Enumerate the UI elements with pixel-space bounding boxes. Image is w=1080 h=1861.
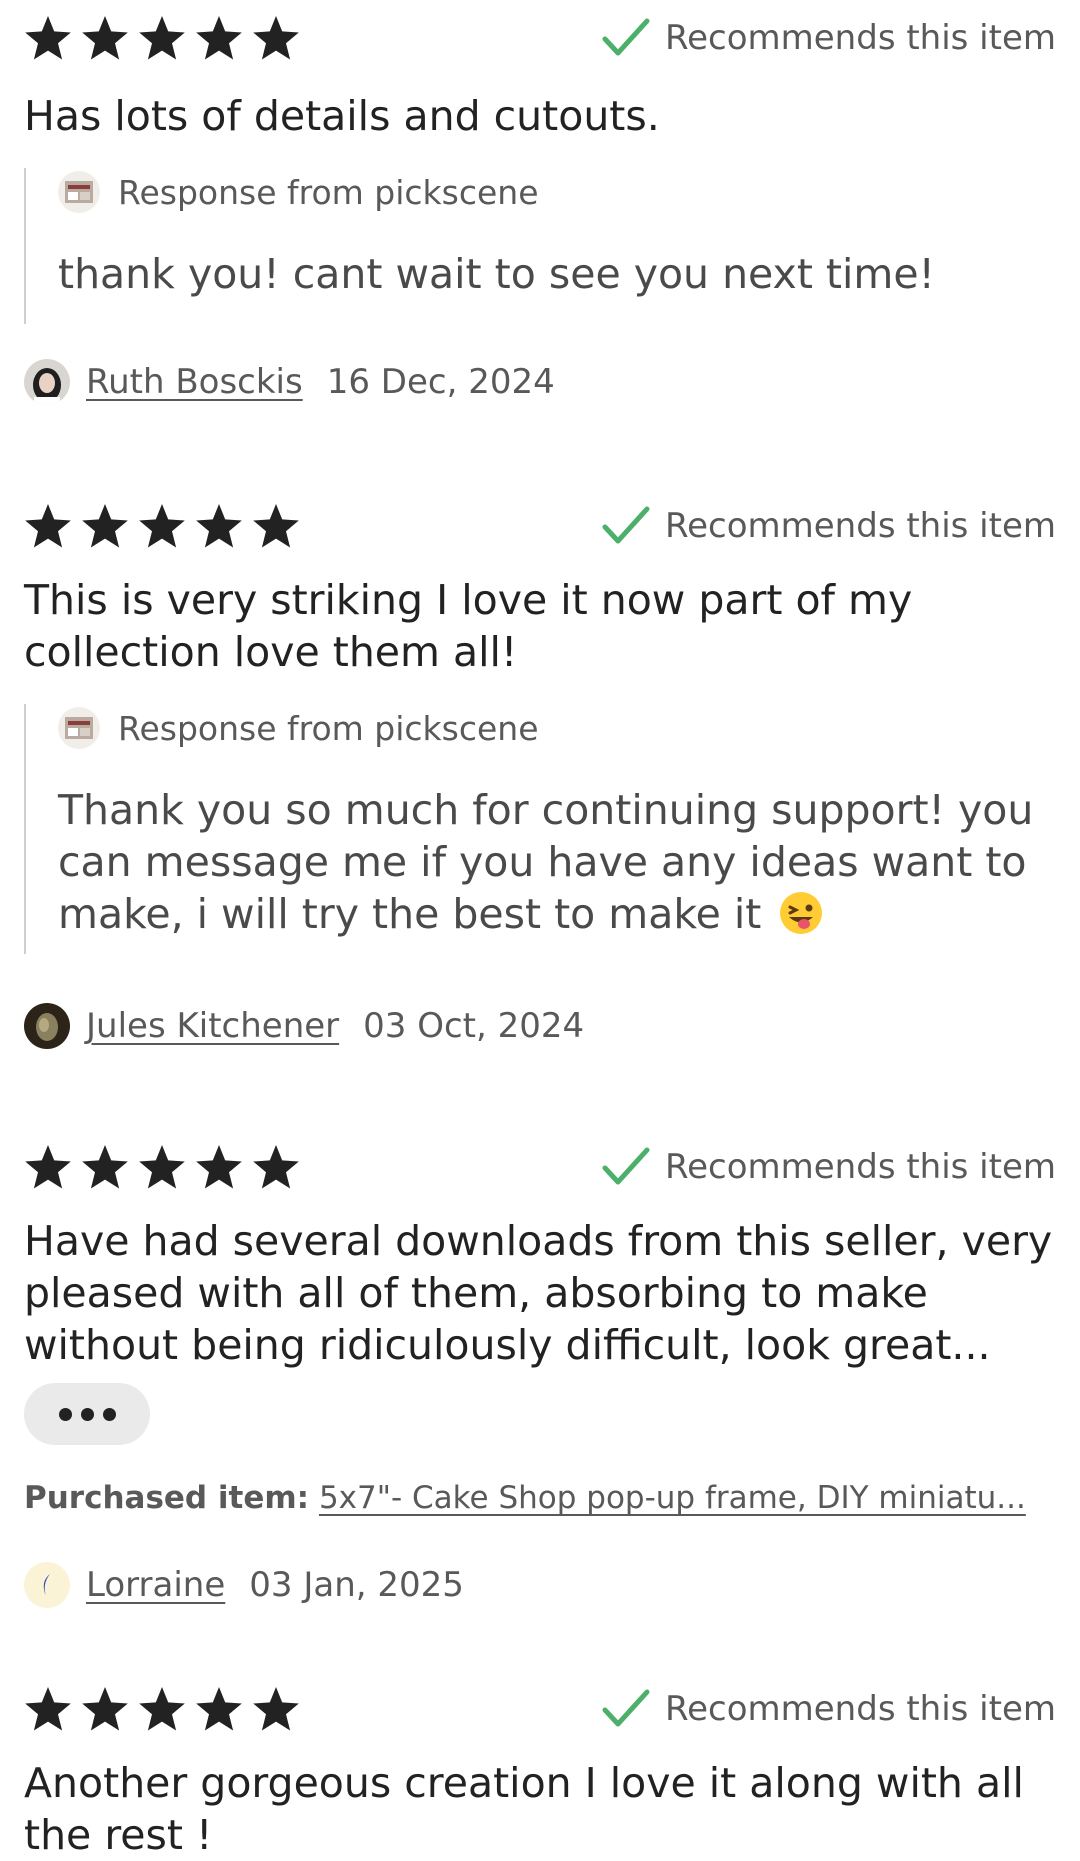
response-title: Response from pickscene bbox=[118, 708, 539, 748]
star-icon bbox=[81, 502, 129, 550]
star-icon bbox=[252, 1685, 300, 1733]
recommends-label: Recommends this item bbox=[665, 1147, 1056, 1187]
recommends-label: Recommends this item bbox=[665, 506, 1056, 546]
review-text: Have had several downloads from this sel… bbox=[24, 1217, 1053, 1369]
reviewer-avatar[interactable] bbox=[24, 1562, 70, 1608]
checkmark-icon bbox=[601, 505, 651, 547]
star-icon bbox=[81, 1685, 129, 1733]
star-icon bbox=[252, 1143, 300, 1191]
response-text: thank you! cant wait to see you next tim… bbox=[58, 250, 935, 298]
response-text: Thank you so much for continuing support… bbox=[58, 784, 1048, 940]
star-rating bbox=[24, 502, 300, 550]
checkmark-icon bbox=[601, 1146, 651, 1188]
seller-response: Response from pickscene Thank you so muc… bbox=[24, 704, 1056, 954]
recommends-badge: Recommends this item bbox=[601, 502, 1056, 550]
review-text: Has lots of details and cutouts. bbox=[24, 92, 660, 140]
recommends-badge: Recommends this item bbox=[601, 1143, 1056, 1191]
star-icon bbox=[24, 502, 72, 550]
reviewer-info: Jules Kitchener 03 Oct, 2024 bbox=[24, 1002, 584, 1050]
review-text: Another gorgeous creation I love it alon… bbox=[24, 1759, 1024, 1859]
purchased-item-link[interactable]: 5x7"- Cake Shop pop-up frame, DIY miniat… bbox=[319, 1480, 1026, 1516]
winking-face-with-tongue-icon bbox=[778, 890, 824, 936]
review-date: 16 Dec, 2024 bbox=[326, 362, 555, 402]
star-icon bbox=[138, 1685, 186, 1733]
more-dots-icon bbox=[58, 1407, 72, 1421]
star-icon bbox=[195, 1143, 243, 1191]
expand-review-button[interactable] bbox=[24, 1383, 150, 1445]
star-rating bbox=[24, 1143, 300, 1191]
response-title: Response from pickscene bbox=[118, 172, 539, 212]
response-header: Response from pickscene bbox=[58, 704, 539, 752]
reviewer-name-link[interactable]: Jules Kitchener bbox=[86, 1006, 339, 1046]
reviewer-info: Ruth Bosckis 16 Dec, 2024 bbox=[24, 358, 555, 406]
recommends-label: Recommends this item bbox=[665, 18, 1056, 58]
review-text: This is very striking I love it now part… bbox=[24, 576, 913, 676]
reviewer-name-link[interactable]: Ruth Bosckis bbox=[86, 362, 303, 402]
response-header: Response from pickscene bbox=[58, 168, 539, 216]
shop-avatar-icon bbox=[58, 707, 100, 749]
recommends-badge: Recommends this item bbox=[601, 14, 1056, 62]
star-rating bbox=[24, 14, 300, 62]
review-date: 03 Jan, 2025 bbox=[249, 1565, 464, 1605]
star-icon bbox=[81, 1143, 129, 1191]
shop-avatar-icon bbox=[58, 171, 100, 213]
star-icon bbox=[252, 502, 300, 550]
seller-response: Response from pickscene thank you! cant … bbox=[24, 168, 1056, 324]
reviewer-info: Lorraine 03 Jan, 2025 bbox=[24, 1561, 464, 1609]
star-icon bbox=[252, 14, 300, 62]
checkmark-icon bbox=[601, 1688, 651, 1730]
star-icon bbox=[138, 1143, 186, 1191]
star-icon bbox=[81, 14, 129, 62]
star-rating bbox=[24, 1685, 300, 1733]
recommends-badge: Recommends this item bbox=[601, 1685, 1056, 1733]
reviewer-avatar[interactable] bbox=[24, 1003, 70, 1049]
more-dots-icon bbox=[102, 1407, 116, 1421]
response-text-content: Thank you so much for continuing support… bbox=[58, 786, 1034, 938]
reviewer-avatar[interactable] bbox=[24, 359, 70, 405]
recommends-label: Recommends this item bbox=[665, 1689, 1056, 1729]
star-icon bbox=[24, 1143, 72, 1191]
purchased-item: Purchased item: 5x7"- Cake Shop pop-up f… bbox=[24, 1480, 1054, 1528]
star-icon bbox=[138, 14, 186, 62]
star-icon bbox=[195, 1685, 243, 1733]
star-icon bbox=[195, 502, 243, 550]
review-date: 03 Oct, 2024 bbox=[363, 1006, 585, 1046]
star-icon bbox=[24, 14, 72, 62]
star-icon bbox=[138, 502, 186, 550]
star-icon bbox=[24, 1685, 72, 1733]
checkmark-icon bbox=[601, 17, 651, 59]
more-dots-icon bbox=[80, 1407, 94, 1421]
purchased-item-label: Purchased item: bbox=[24, 1480, 310, 1516]
star-icon bbox=[195, 14, 243, 62]
reviewer-name-link[interactable]: Lorraine bbox=[86, 1565, 225, 1605]
